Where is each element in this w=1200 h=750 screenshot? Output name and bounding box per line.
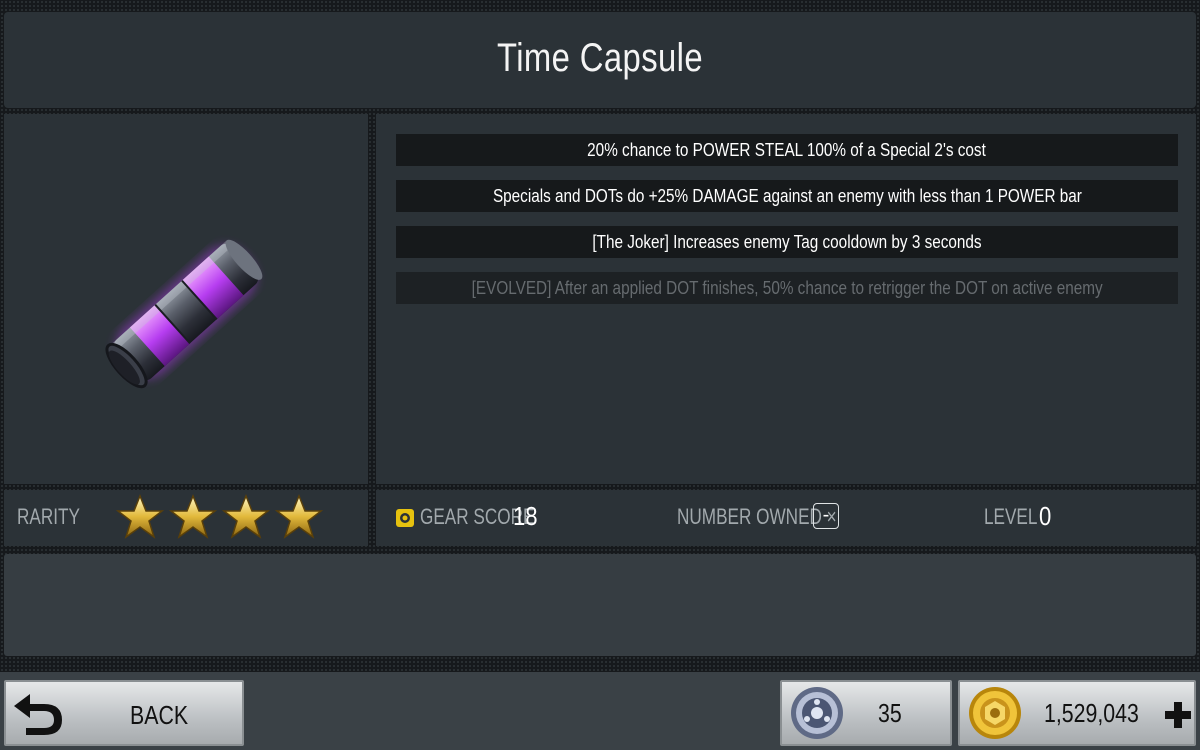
description-panel <box>4 554 1196 656</box>
level-value: 0 <box>1039 501 1052 531</box>
back-arrow-icon <box>14 694 62 735</box>
rarity-stars <box>116 493 336 543</box>
star-icon <box>116 493 164 539</box>
star-icon <box>222 493 270 539</box>
level-label: LEVEL <box>984 504 1038 529</box>
tokens-value: 35 <box>878 698 902 728</box>
credits-value: 1,529,043 <box>1044 698 1139 728</box>
number-owned-value: - <box>822 504 830 526</box>
item-image-panel <box>4 114 368 484</box>
stat-line: 20% chance to POWER STEAL 100% of a Spec… <box>396 134 1178 166</box>
page-title: Time Capsule <box>496 36 704 80</box>
rarity-panel: RARITY <box>4 490 368 546</box>
number-owned-box: - <box>813 503 839 529</box>
title-panel: Time Capsule <box>4 12 1196 108</box>
plus-icon[interactable] <box>1164 701 1192 729</box>
bottom-bar: BACK 35 1,529,043 <box>0 672 1200 750</box>
time-capsule-icon <box>105 239 263 389</box>
token-icon <box>791 687 843 739</box>
gear-score-icon <box>396 509 414 527</box>
credits-display[interactable]: 1,529,043 <box>958 680 1196 746</box>
credits-icon <box>969 687 1021 739</box>
stat-line: Specials and DOTs do +25% DAMAGE against… <box>396 180 1178 212</box>
rarity-label: RARITY <box>17 504 80 529</box>
info-panel: GEAR SCORE 18 NUMBER OWNED × - LEVEL 0 <box>376 490 1196 546</box>
stat-line: [The Joker] Increases enemy Tag cooldown… <box>396 226 1178 258</box>
star-icon <box>169 493 217 539</box>
stats-panel: 20% chance to POWER STEAL 100% of a Spec… <box>376 114 1196 484</box>
tokens-display[interactable]: 35 <box>780 680 952 746</box>
star-icon <box>275 493 323 539</box>
gear-score-value: 18 <box>513 501 538 531</box>
back-button[interactable]: BACK <box>4 680 244 746</box>
stat-line-evolved: [EVOLVED] After an applied DOT finishes,… <box>396 272 1178 304</box>
